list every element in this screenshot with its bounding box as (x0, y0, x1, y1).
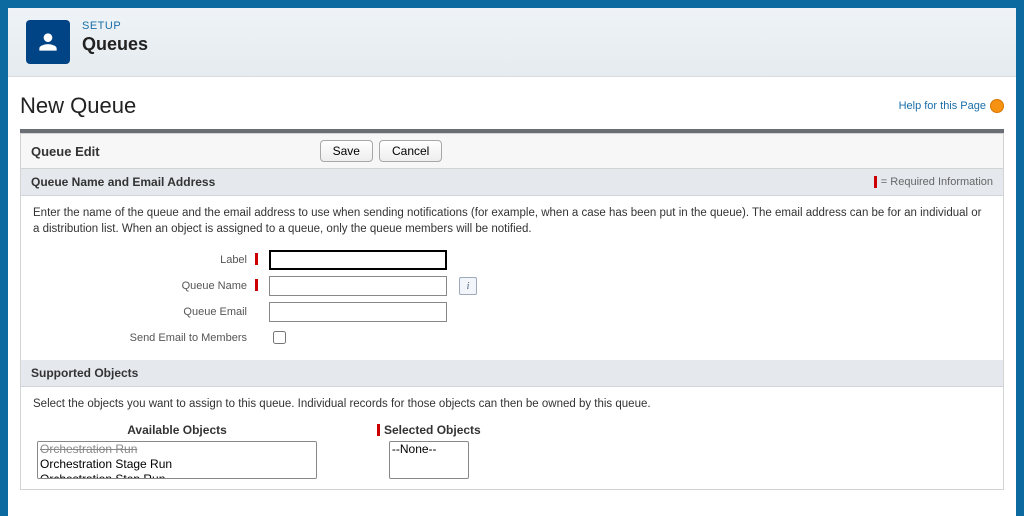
form-table: Label Queue Name i Queue Email (73, 247, 481, 350)
required-indicator-icon (255, 253, 258, 265)
required-indicator-icon (874, 176, 877, 188)
selected-objects-title: Selected Objects (377, 423, 481, 437)
toolbar: Queue Edit Save Cancel (21, 134, 1003, 169)
label-input[interactable] (269, 250, 447, 270)
available-objects-select[interactable]: Orchestration RunOrchestration Stage Run… (37, 441, 317, 479)
section-title: Queue Name and Email Address (31, 175, 215, 189)
help-icon (990, 99, 1004, 113)
queue-edit-panel: Queue Edit Save Cancel Queue Name and Em… (20, 133, 1004, 490)
list-item[interactable]: Orchestration Step Run (38, 472, 316, 478)
page-title: New Queue (20, 93, 136, 119)
send-email-checkbox[interactable] (273, 331, 286, 344)
required-indicator-icon (255, 279, 258, 291)
send-email-field-label: Send Email to Members (73, 325, 251, 350)
user-icon (26, 20, 70, 64)
setup-header: SETUP Queues (8, 8, 1016, 77)
section2-description: Select the objects you want to assign to… (33, 397, 991, 413)
section-title: Supported Objects (31, 366, 138, 380)
setup-eyebrow: SETUP (82, 20, 148, 32)
required-information-note: = Required Information (874, 176, 993, 188)
save-button[interactable]: Save (320, 140, 373, 162)
section-supported-objects-header: Supported Objects (21, 360, 1003, 387)
section1-description: Enter the name of the queue and the emai… (33, 206, 991, 237)
list-item[interactable]: --None-- (390, 442, 468, 457)
help-for-this-page-link[interactable]: Help for this Page (899, 99, 1004, 113)
setup-title: Queues (82, 34, 148, 55)
selected-objects-select[interactable]: --None-- (389, 441, 469, 479)
label-field-label: Label (73, 247, 251, 273)
cancel-button[interactable]: Cancel (379, 140, 442, 162)
section-queue-name-header: Queue Name and Email Address = Required … (21, 169, 1003, 196)
queue-email-field-label: Queue Email (73, 299, 251, 325)
info-icon[interactable]: i (459, 277, 477, 295)
dual-list-picker: Available Objects Orchestration RunOrche… (33, 423, 991, 479)
queue-name-input[interactable] (269, 276, 447, 296)
queue-email-input[interactable] (269, 302, 447, 322)
help-link-text: Help for this Page (899, 100, 986, 112)
toolbar-title: Queue Edit (31, 144, 100, 159)
available-objects-title: Available Objects (127, 423, 227, 437)
queue-name-field-label: Queue Name (73, 273, 251, 299)
list-item[interactable]: Orchestration Stage Run (38, 457, 316, 472)
list-item[interactable]: Orchestration Run (38, 442, 316, 457)
required-indicator-icon (377, 424, 380, 436)
